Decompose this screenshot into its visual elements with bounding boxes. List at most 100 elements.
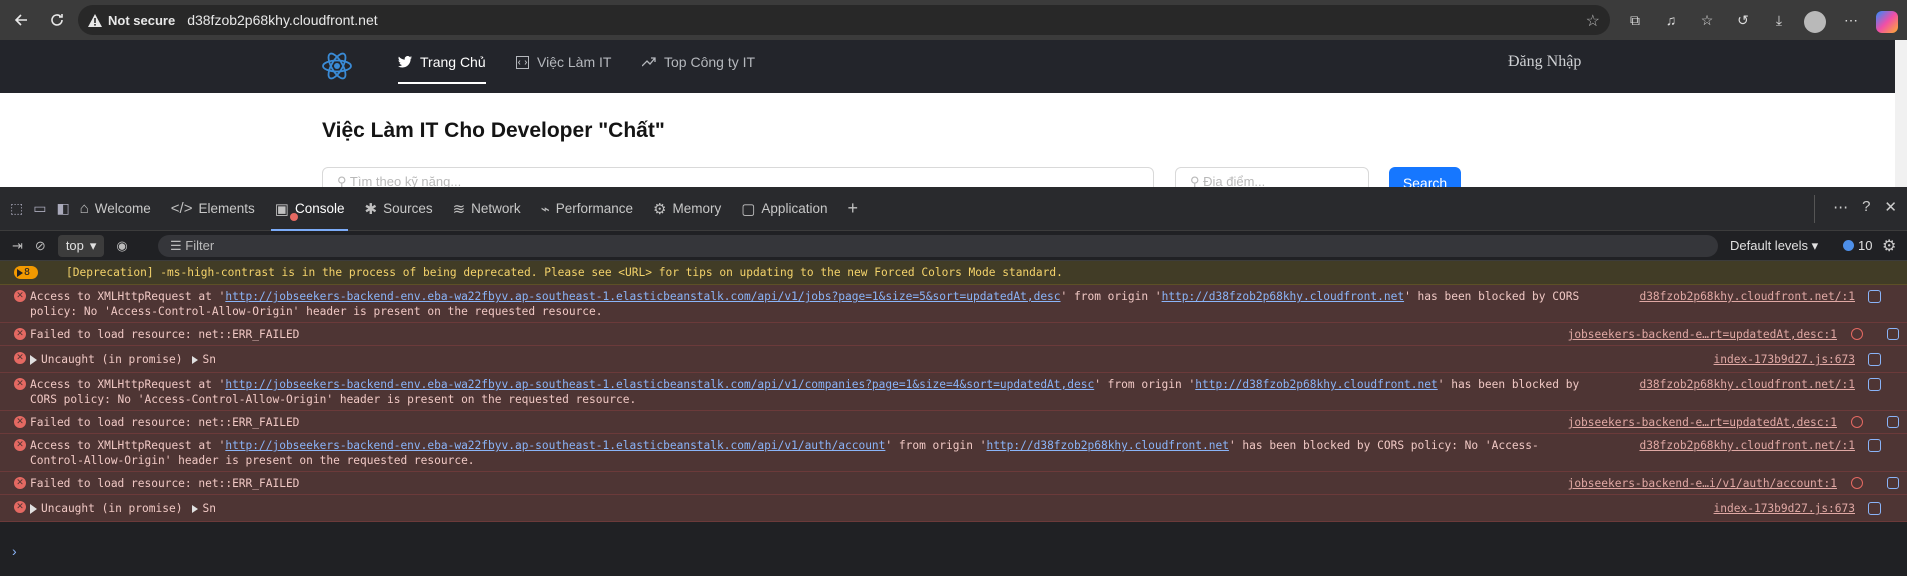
source-link[interactable]: index-173b9d27.js:673 bbox=[1714, 501, 1855, 516]
nav-label-jobs: Việc Làm IT bbox=[537, 54, 612, 70]
rise-icon bbox=[642, 57, 656, 67]
help-icon[interactable]: ? bbox=[1862, 198, 1870, 216]
tab-label-sources: Sources bbox=[383, 201, 433, 216]
open-source-icon[interactable] bbox=[1868, 378, 1881, 391]
console-error[interactable]: ✕ Failed to load resource: net::ERR_FAIL… bbox=[0, 472, 1907, 495]
console-error[interactable]: ✕ Access to XMLHttpRequest at 'http://jo… bbox=[0, 285, 1907, 323]
react-logo-icon[interactable] bbox=[320, 49, 354, 83]
expand-object-icon[interactable] bbox=[192, 356, 199, 364]
expand-object-icon[interactable] bbox=[192, 505, 199, 513]
source-link[interactable]: jobseekers-backend-e…rt=updatedAt,desc:1 bbox=[1568, 415, 1837, 430]
console-settings-icon[interactable]: ⚙ bbox=[1882, 236, 1896, 256]
tab-network[interactable]: ≋ Network bbox=[443, 187, 531, 231]
location-pin-icon: ⚲ bbox=[337, 174, 350, 187]
console-error[interactable]: ✕ Access to XMLHttpRequest at 'http://jo… bbox=[0, 434, 1907, 472]
console-warning[interactable]: 8 [Deprecation] -ms-high-contrast is in … bbox=[0, 261, 1907, 285]
source-link[interactable]: d38fzob2p68khy.cloudfront.net/:1 bbox=[1639, 438, 1855, 453]
back-button[interactable] bbox=[6, 5, 36, 35]
console-error[interactable]: ✕ Access to XMLHttpRequest at 'http://jo… bbox=[0, 373, 1907, 411]
source-link[interactable]: jobseekers-backend-e…rt=updatedAt,desc:1 bbox=[1568, 327, 1837, 342]
origin-link[interactable]: http://d38fzob2p68khy.cloudfront.net bbox=[1162, 290, 1404, 303]
network-request-icon[interactable] bbox=[1851, 477, 1863, 489]
url-text[interactable]: d38fzob2p68khy.cloudfront.net bbox=[187, 12, 377, 28]
nav-item-jobs[interactable]: Việc Làm IT bbox=[516, 54, 611, 70]
add-tool-button[interactable]: + bbox=[837, 187, 868, 231]
console-filter-input[interactable]: ☰ Filter bbox=[158, 235, 1718, 257]
device-emulation-icon[interactable]: ▭ bbox=[33, 200, 46, 217]
console-error[interactable]: ✕ Failed to load resource: net::ERR_FAIL… bbox=[0, 411, 1907, 434]
more-menu-icon[interactable]: ⋯ bbox=[1838, 6, 1864, 34]
error-text: Uncaught (in promise) bbox=[41, 353, 183, 366]
request-url-link[interactable]: http://jobseekers-backend-env.eba-wa22fb… bbox=[225, 378, 1094, 391]
console-error[interactable]: ✕ Uncaught (in promise) Sn index-173b9d27… bbox=[0, 346, 1907, 373]
inspect-element-icon[interactable]: ⬚ bbox=[10, 200, 23, 217]
profile-avatar[interactable] bbox=[1802, 6, 1828, 34]
expand-triangle-icon[interactable] bbox=[30, 504, 37, 514]
skill-search-input[interactable]: ⚲ Tìm theo kỹ năng... bbox=[322, 167, 1154, 187]
downloads-icon[interactable]: ⤓ bbox=[1766, 6, 1792, 34]
error-x-icon: ✕ bbox=[14, 477, 26, 489]
issues-counter[interactable]: 10 bbox=[1843, 238, 1872, 253]
tab-label-network: Network bbox=[471, 201, 521, 216]
address-bar[interactable]: Not secure d38fzob2p68khy.cloudfront.net… bbox=[78, 5, 1610, 35]
open-source-icon[interactable] bbox=[1887, 328, 1899, 340]
tab-elements[interactable]: </> Elements bbox=[161, 187, 265, 231]
dock-sidebar-icon[interactable]: ◧ bbox=[56, 200, 69, 217]
twitter-icon bbox=[398, 56, 412, 68]
sidebar-toggle-icon[interactable]: ⇥ bbox=[12, 238, 23, 254]
history-icon[interactable]: ↺ bbox=[1730, 6, 1756, 34]
security-indicator[interactable]: Not secure bbox=[88, 13, 175, 28]
source-link[interactable]: jobseekers-backend-e…i/v1/auth/account:1 bbox=[1568, 476, 1837, 491]
error-text: Failed to load resource: net::ERR_FAILED bbox=[30, 328, 300, 341]
page-scrollbar[interactable] bbox=[1895, 40, 1907, 187]
log-levels-dropdown[interactable]: Default levels ▾ bbox=[1730, 238, 1818, 254]
tab-sources[interactable]: ✱ Sources bbox=[354, 187, 442, 231]
open-source-icon[interactable] bbox=[1887, 477, 1899, 489]
tab-application[interactable]: ▢ Application bbox=[731, 187, 837, 231]
read-aloud-icon[interactable]: ♫ bbox=[1658, 6, 1684, 34]
login-link[interactable]: Đăng Nhập bbox=[1508, 53, 1581, 71]
search-button[interactable]: Search bbox=[1389, 167, 1461, 187]
open-source-icon[interactable] bbox=[1868, 290, 1881, 303]
origin-link[interactable]: http://d38fzob2p68khy.cloudfront.net bbox=[1195, 378, 1437, 391]
console-error[interactable]: ✕ Failed to load resource: net::ERR_FAIL… bbox=[0, 323, 1907, 346]
request-url-link[interactable]: http://jobseekers-backend-env.eba-wa22fb… bbox=[225, 290, 1060, 303]
network-request-icon[interactable] bbox=[1851, 328, 1863, 340]
tab-performance[interactable]: ⌁ Performance bbox=[531, 187, 643, 231]
copilot-icon[interactable] bbox=[1874, 6, 1900, 34]
source-link[interactable]: d38fzob2p68khy.cloudfront.net/:1 bbox=[1639, 289, 1855, 304]
origin-link[interactable]: http://d38fzob2p68khy.cloudfront.net bbox=[986, 439, 1228, 452]
more-options-icon[interactable]: ⋯ bbox=[1833, 198, 1848, 216]
tab-welcome[interactable]: ⌂ Welcome bbox=[70, 187, 161, 231]
copilot-logo bbox=[1876, 10, 1898, 33]
request-url-link[interactable]: http://jobseekers-backend-env.eba-wa22fb… bbox=[225, 439, 885, 452]
open-source-icon[interactable] bbox=[1868, 439, 1881, 452]
clear-console-icon[interactable]: ⊘ bbox=[35, 238, 46, 254]
nav-item-home[interactable]: Trang Chủ bbox=[398, 54, 486, 70]
favorites-icon[interactable]: ☆ bbox=[1694, 6, 1720, 34]
close-icon[interactable]: ✕ bbox=[1884, 198, 1897, 216]
reload-button[interactable] bbox=[42, 5, 72, 35]
expand-triangle-icon[interactable] bbox=[30, 355, 37, 365]
error-x-icon: ✕ bbox=[14, 290, 26, 302]
open-source-icon[interactable] bbox=[1868, 502, 1881, 515]
network-request-icon[interactable] bbox=[1851, 416, 1863, 428]
extensions-icon[interactable]: ⧉ bbox=[1622, 6, 1648, 34]
favorite-star-icon[interactable]: ☆ bbox=[1586, 11, 1600, 31]
security-label: Not secure bbox=[108, 12, 176, 28]
eye-icon[interactable]: ◉ bbox=[116, 238, 127, 254]
source-link[interactable]: index-173b9d27.js:673 bbox=[1714, 352, 1855, 367]
browser-toolbar-icons: ⧉ ♫ ☆ ↺ ⤓ ⋯ bbox=[1622, 6, 1900, 34]
nav-item-companies[interactable]: Top Công ty IT bbox=[642, 54, 755, 70]
source-link[interactable]: d38fzob2p68khy.cloudfront.net/:1 bbox=[1639, 377, 1855, 392]
error-x-icon: ✕ bbox=[14, 416, 26, 428]
console-prompt[interactable]: › bbox=[12, 543, 17, 559]
open-source-icon[interactable] bbox=[1868, 353, 1881, 366]
open-source-icon[interactable] bbox=[1887, 416, 1899, 428]
tab-console[interactable]: ▣ Console bbox=[265, 187, 355, 231]
location-select[interactable]: ⚲ Địa điểm... bbox=[1175, 167, 1369, 187]
error-text: Failed to load resource: net::ERR_FAILED bbox=[30, 477, 300, 490]
console-error[interactable]: ✕ Uncaught (in promise) Sn index-173b9d27… bbox=[0, 495, 1907, 522]
tab-memory[interactable]: ⚙ Memory bbox=[643, 187, 731, 231]
context-selector[interactable]: top ▾ bbox=[57, 234, 105, 257]
